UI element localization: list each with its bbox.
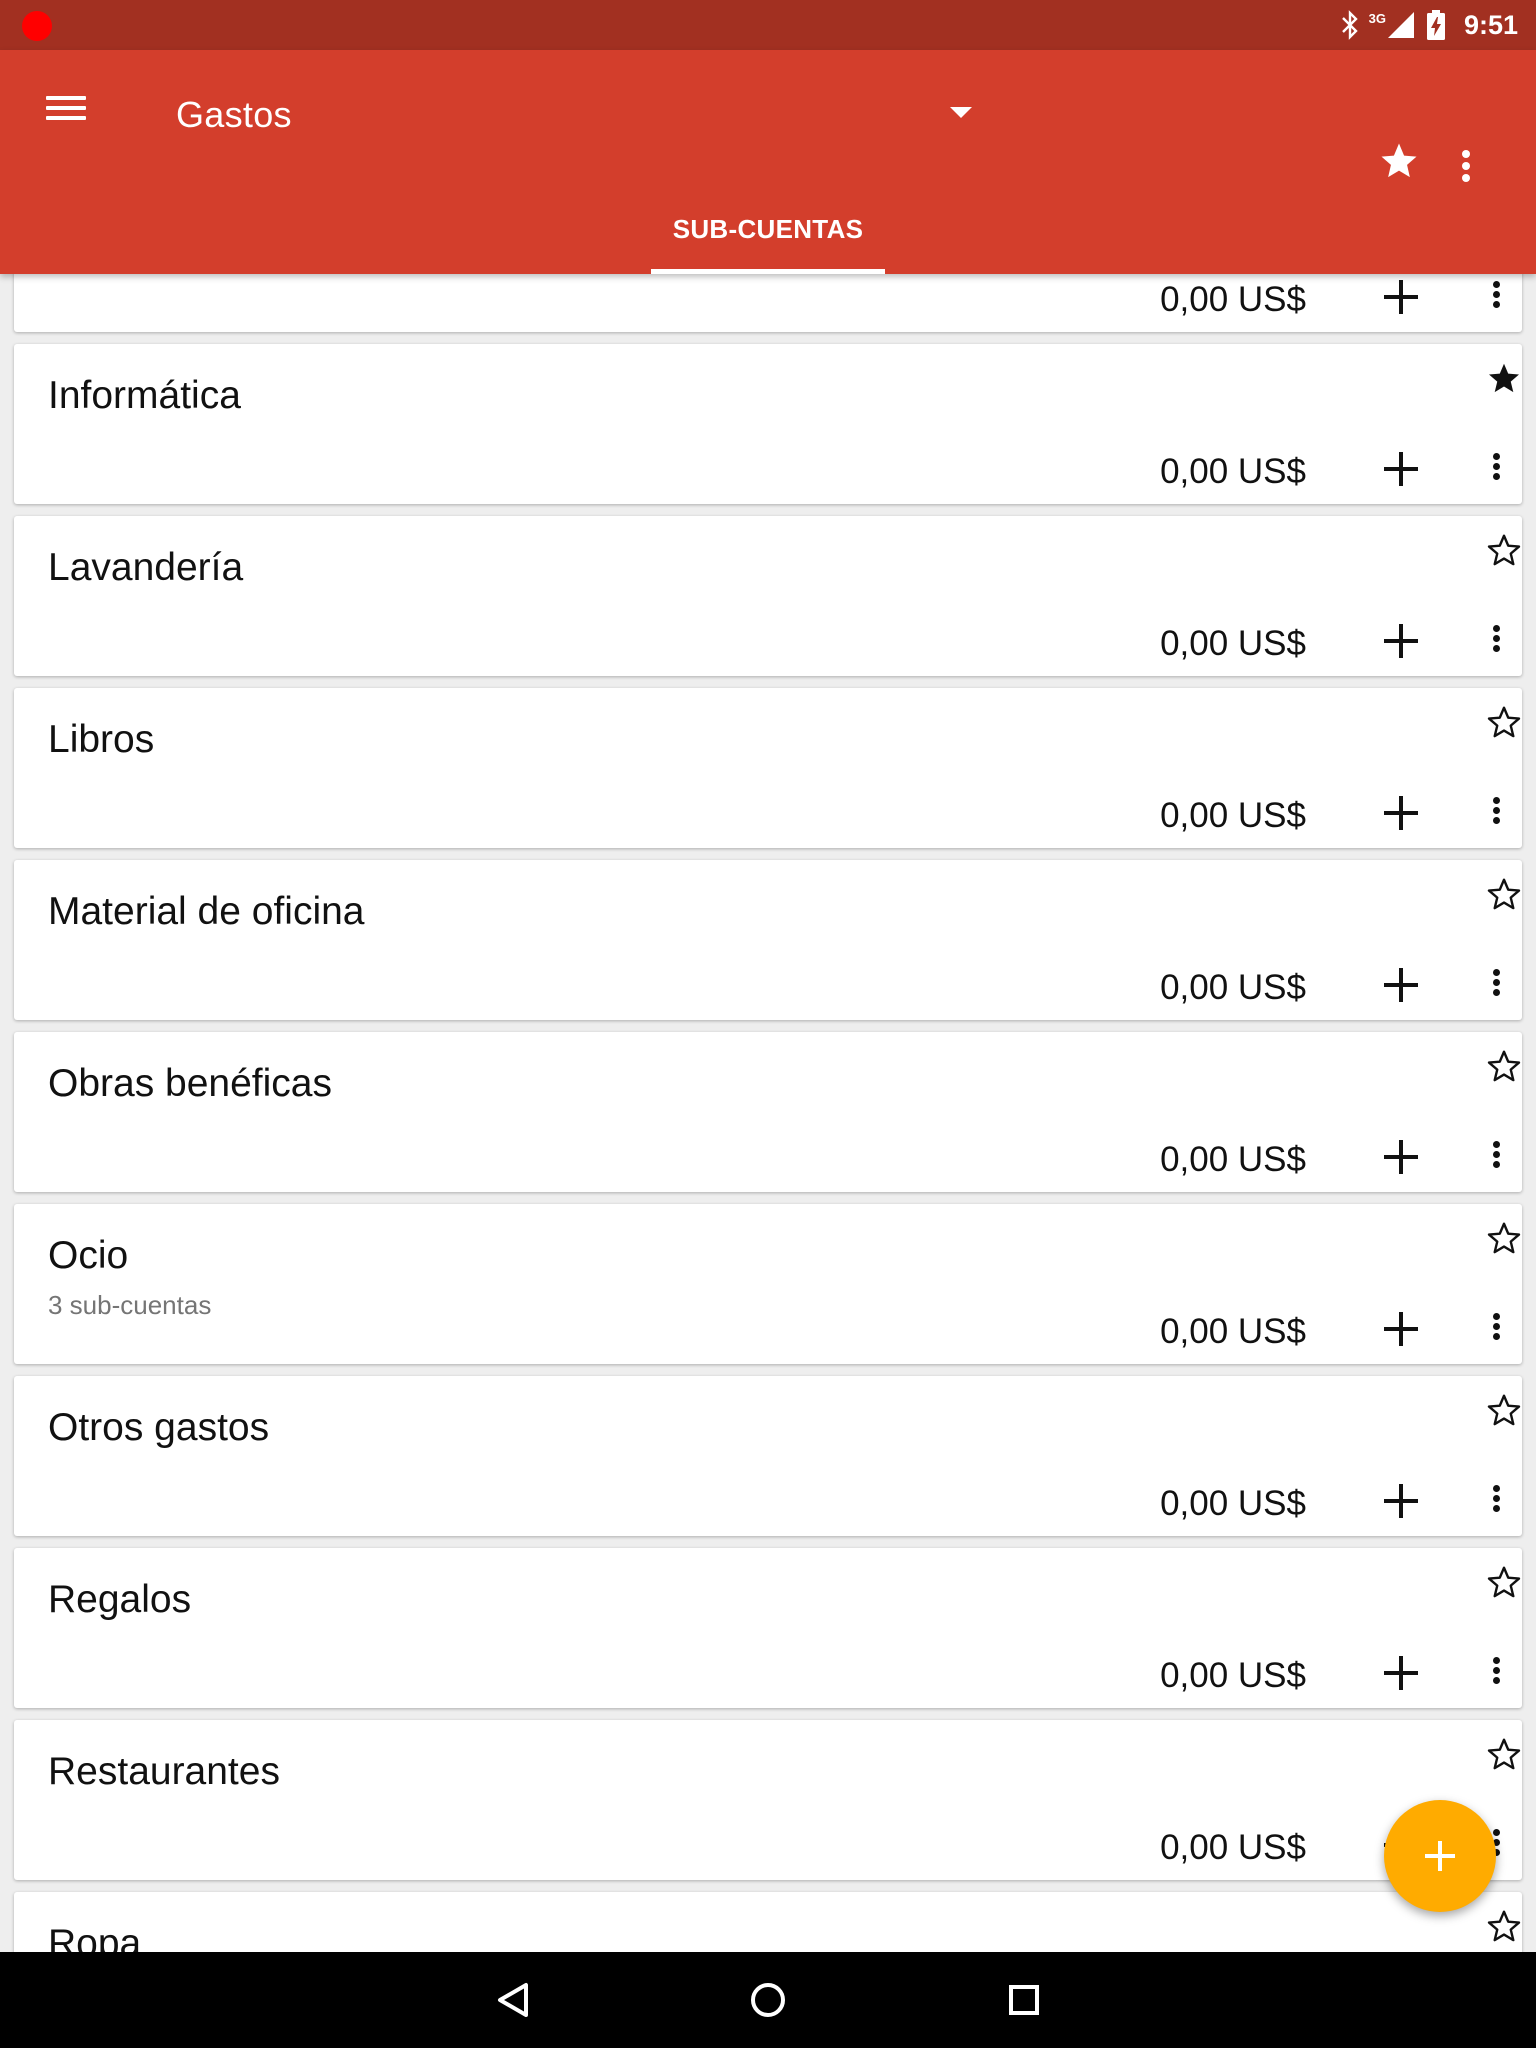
- screen: 3G 9:51 Gastos SUB-CUENTAS 0,00 US$ Infor…: [0, 0, 1536, 2048]
- account-name: Lavandería: [48, 546, 244, 589]
- account-card[interactable]: Otros gastos 0,00 US$: [14, 1376, 1522, 1536]
- account-balance: 0,00 US$: [1160, 1828, 1306, 1867]
- add-transaction-icon[interactable]: [1384, 624, 1418, 658]
- recording-dot-icon: [22, 11, 52, 41]
- recents-icon[interactable]: [1004, 1980, 1044, 2020]
- add-transaction-icon[interactable]: [1384, 1312, 1418, 1346]
- status-time: 9:51: [1463, 9, 1518, 40]
- account-balance: 0,00 US$: [1160, 1656, 1306, 1695]
- account-card[interactable]: Regalos 0,00 US$: [14, 1548, 1522, 1708]
- more-vert-icon[interactable]: [1493, 1482, 1500, 1515]
- star-outline-icon[interactable]: [1486, 1220, 1522, 1256]
- add-transaction-icon[interactable]: [1384, 452, 1418, 486]
- star-outline-icon[interactable]: [1486, 704, 1522, 740]
- more-vert-icon[interactable]: [1493, 278, 1500, 311]
- account-card[interactable]: Informática 0,00 US$: [14, 344, 1522, 504]
- more-vert-icon[interactable]: [1493, 1138, 1500, 1171]
- star-outline-icon[interactable]: [1486, 532, 1522, 568]
- battery-charging-icon: [1426, 10, 1445, 40]
- account-balance: 0,00 US$: [1160, 968, 1306, 1007]
- star-filled-icon[interactable]: [1486, 360, 1522, 396]
- account-name: Libros: [48, 718, 155, 761]
- more-vert-icon[interactable]: [1493, 966, 1500, 999]
- account-card[interactable]: Libros 0,00 US$: [14, 688, 1522, 848]
- tab-label: SUB-CUENTAS: [672, 214, 864, 244]
- account-name: Regalos: [48, 1578, 192, 1621]
- more-vert-icon[interactable]: [1493, 794, 1500, 827]
- account-name: Restaurantes: [48, 1750, 280, 1793]
- account-balance: 0,00 US$: [1160, 1312, 1306, 1351]
- account-card[interactable]: Ropa: [14, 1892, 1522, 1952]
- account-name: Otros gastos: [48, 1406, 270, 1449]
- page-title[interactable]: Gastos: [176, 94, 292, 136]
- account-name: Informática: [48, 374, 241, 417]
- more-vert-icon[interactable]: [1493, 450, 1500, 483]
- star-outline-icon[interactable]: [1486, 1736, 1522, 1772]
- more-vert-icon[interactable]: [1493, 622, 1500, 655]
- account-card[interactable]: Material de oficina 0,00 US$: [14, 860, 1522, 1020]
- home-icon[interactable]: [748, 1980, 788, 2020]
- add-transaction-icon[interactable]: [1384, 1140, 1418, 1174]
- star-outline-icon[interactable]: [1486, 1908, 1522, 1944]
- status-icons: 3G 9:51: [1341, 6, 1518, 44]
- star-outline-icon[interactable]: [1486, 1564, 1522, 1600]
- account-balance: 0,00 US$: [1160, 624, 1306, 663]
- account-name: Material de oficina: [48, 890, 365, 933]
- signal-icon: [1387, 12, 1414, 38]
- star-outline-icon[interactable]: [1486, 1392, 1522, 1428]
- account-card[interactable]: Lavandería 0,00 US$: [14, 516, 1522, 676]
- account-balance: 0,00 US$: [1160, 452, 1306, 491]
- add-account-fab[interactable]: [1384, 1800, 1496, 1912]
- status-bar: 3G 9:51: [0, 0, 1536, 50]
- more-vert-icon[interactable]: [1493, 1654, 1500, 1687]
- more-vert-icon[interactable]: [1462, 146, 1470, 186]
- navigation-bar: [0, 1952, 1536, 2048]
- network-type-label: 3G: [1368, 10, 1386, 26]
- account-card[interactable]: Restaurantes 0,00 US$: [14, 1720, 1522, 1880]
- star-outline-icon[interactable]: [1486, 876, 1522, 912]
- app-bar: Gastos SUB-CUENTAS: [0, 50, 1536, 274]
- account-card[interactable]: Obras benéficas 0,00 US$: [14, 1032, 1522, 1192]
- account-balance: 0,00 US$: [1160, 1140, 1306, 1179]
- menu-icon[interactable]: [46, 90, 96, 130]
- add-transaction-icon[interactable]: [1384, 1484, 1418, 1518]
- tab-indicator: [651, 269, 885, 274]
- account-name: Obras benéficas: [48, 1062, 332, 1105]
- account-balance: 0,00 US$: [1160, 1484, 1306, 1523]
- account-card[interactable]: 0,00 US$: [14, 274, 1522, 332]
- account-subtitle: 3 sub-cuentas: [48, 1290, 212, 1320]
- bluetooth-icon: [1341, 10, 1358, 40]
- more-vert-icon[interactable]: [1493, 1310, 1500, 1343]
- account-card[interactable]: Ocio 3 sub-cuentas 0,00 US$: [14, 1204, 1522, 1364]
- tab-sub-cuentas[interactable]: SUB-CUENTAS: [651, 210, 885, 274]
- back-icon[interactable]: [494, 1980, 534, 2020]
- add-transaction-icon[interactable]: [1384, 280, 1418, 314]
- add-transaction-icon[interactable]: [1384, 796, 1418, 830]
- add-transaction-icon[interactable]: [1384, 968, 1418, 1002]
- add-transaction-icon[interactable]: [1384, 1656, 1418, 1690]
- dropdown-arrow-icon[interactable]: [950, 107, 972, 118]
- star-outline-icon[interactable]: [1486, 1048, 1522, 1084]
- account-balance: 0,00 US$: [1160, 796, 1306, 835]
- account-balance: 0,00 US$: [1160, 280, 1306, 319]
- star-icon[interactable]: [1378, 140, 1420, 182]
- account-name: Ocio: [48, 1234, 129, 1277]
- account-name: Ropa: [48, 1922, 142, 1952]
- account-list[interactable]: 0,00 US$ Informática 0,00 US$ Lavandería 0,0…: [0, 274, 1536, 1952]
